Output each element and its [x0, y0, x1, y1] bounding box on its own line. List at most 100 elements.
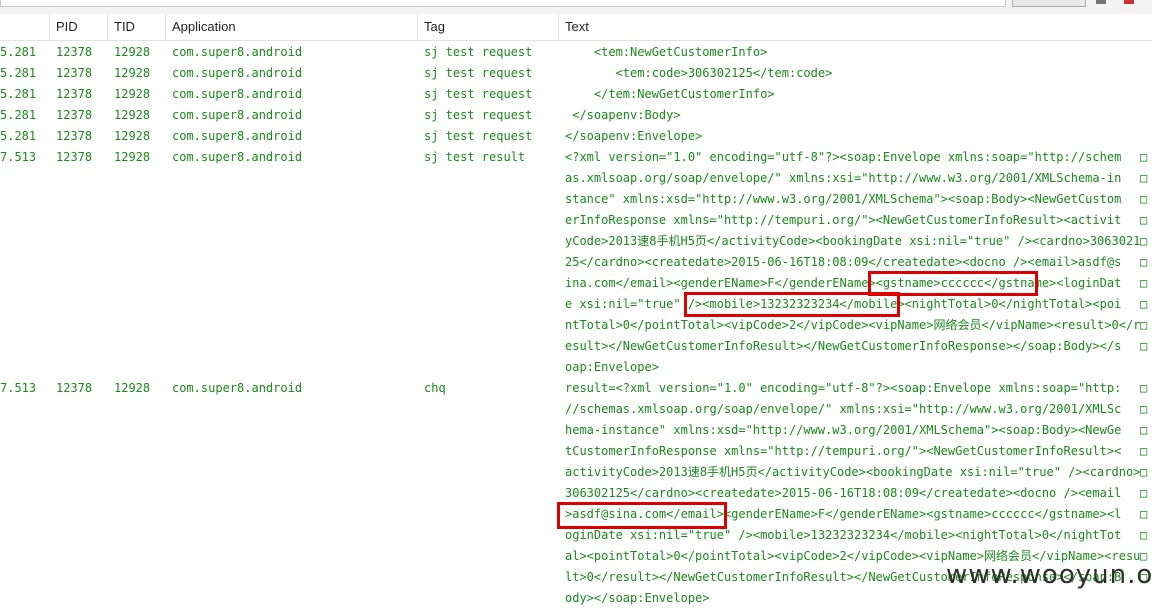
log-row[interactable]: erInfoResponse xmlns="http://tempuri.org…	[0, 210, 1152, 231]
log-text-cell: ody></soap:Envelope>	[565, 591, 710, 605]
line-wrap-marker: □	[1140, 528, 1148, 542]
log-text-cell: <tem:code>306302125</tem:code>	[565, 66, 833, 80]
log-time-cell: 5.281	[0, 108, 37, 122]
line-wrap-marker: □	[1140, 213, 1148, 227]
log-text-cell: <tem:NewGetCustomerInfo>	[565, 45, 768, 59]
log-text-cell: hema-instance" xmlns:xsd="http://www.w3.…	[565, 423, 1122, 437]
log-pid-cell: 12378	[56, 108, 93, 122]
line-wrap-marker: □	[1140, 297, 1148, 311]
log-application-cell: com.super8.android	[172, 129, 303, 143]
log-row[interactable]: ody></soap:Envelope>	[0, 588, 1152, 609]
log-time-cell: 5.281	[0, 87, 37, 101]
log-text-cell: </soapenv:Body>	[565, 108, 681, 122]
log-row[interactable]: yCode>2013速8手机H5页</activityCode><booking…	[0, 231, 1152, 252]
log-row[interactable]: as.xmlsoap.org/soap/envelope/" xmlns:xsi…	[0, 168, 1152, 189]
line-wrap-marker: □	[1140, 381, 1148, 395]
filter-toolbar	[0, 0, 1152, 15]
line-wrap-marker: □	[1140, 276, 1148, 290]
filter-button[interactable]	[1012, 0, 1086, 7]
log-tag-cell: sj test request	[424, 129, 533, 143]
log-tag-cell: sj test request	[424, 108, 533, 122]
log-tid-cell: 12928	[114, 87, 151, 101]
log-time-cell: 7.513	[0, 381, 37, 395]
log-row[interactable]: 306302125</cardno><createdate>2015-06-16…	[0, 483, 1152, 504]
log-tag-cell: sj test request	[424, 45, 533, 59]
log-row[interactable]: 5.281 12378 12928 com.super8.android sj test…	[0, 126, 1152, 147]
log-row[interactable]: hema-instance" xmlns:xsd="http://www.w3.…	[0, 420, 1152, 441]
log-row[interactable]: tCustomerInfoResponse xmlns="http://temp…	[0, 441, 1152, 462]
log-pid-cell: 12378	[56, 45, 93, 59]
log-row[interactable]: activityCode>2013速8手机H5页</activityCode><…	[0, 462, 1152, 483]
log-text-cell: as.xmlsoap.org/soap/envelope/" xmlns:xsi…	[565, 171, 1122, 185]
log-application-cell: com.super8.android	[172, 45, 303, 59]
log-application-cell: com.super8.android	[172, 87, 303, 101]
filter-input[interactable]	[0, 0, 1006, 7]
column-header-application[interactable]: Application	[166, 14, 418, 40]
log-row[interactable]: ntTotal>0</pointTotal><vipCode>2</vipCod…	[0, 315, 1152, 336]
log-text-cell: </soapenv:Envelope>	[565, 129, 703, 143]
column-header-time[interactable]	[0, 14, 50, 40]
highlight-box-mobile	[684, 292, 900, 317]
line-wrap-marker: □	[1140, 507, 1148, 521]
log-text-cell: activityCode>2013速8手机H5页</activityCode><…	[565, 465, 1141, 479]
log-tid-cell: 12928	[114, 45, 151, 59]
log-time-cell: 5.281	[0, 66, 37, 80]
log-row[interactable]: e xsi:nil="true" /><mobile>13232323234</…	[0, 294, 1152, 315]
column-header-text[interactable]: Text	[559, 14, 1152, 40]
column-header-tid[interactable]: TID	[108, 14, 166, 40]
log-row[interactable]: 5.281 12378 12928 com.super8.android sj test…	[0, 105, 1152, 126]
log-text-cell: esult></NewGetCustomerInfoResult></NewGe…	[565, 339, 1122, 353]
log-text-cell: 306302125</cardno><createdate>2015-06-16…	[565, 486, 1122, 500]
line-wrap-marker: □	[1140, 465, 1148, 479]
log-row[interactable]: 7.513 12378 12928 com.super8.android sj test…	[0, 147, 1152, 168]
log-tag-cell: sj test request	[424, 66, 533, 80]
log-application-cell: com.super8.android	[172, 66, 303, 80]
log-row[interactable]: stance" xmlns:xsd="http://www.w3.org/200…	[0, 189, 1152, 210]
column-header-pid[interactable]: PID	[50, 14, 108, 40]
log-text-cell: stance" xmlns:xsd="http://www.w3.org/200…	[565, 192, 1122, 206]
line-wrap-marker: □	[1140, 423, 1148, 437]
log-tid-cell: 12928	[114, 381, 151, 395]
log-tag-cell: sj test result	[424, 150, 526, 164]
log-tag-cell: chq	[424, 381, 446, 395]
log-tid-cell: 12928	[114, 129, 151, 143]
log-pid-cell: 12378	[56, 87, 93, 101]
log-text-cell: ntTotal>0</pointTotal><vipCode>2</vipCod…	[565, 318, 1141, 332]
log-application-cell: com.super8.android	[172, 381, 303, 395]
log-text-cell: result=<?xml version="1.0" encoding="utf…	[565, 381, 1122, 395]
line-wrap-marker: □	[1140, 444, 1148, 458]
log-time-cell: 7.513	[0, 150, 37, 164]
line-wrap-marker: □	[1140, 255, 1148, 269]
log-table-header: PID TID Application Tag Text	[0, 14, 1152, 41]
line-wrap-marker: □	[1140, 234, 1148, 248]
line-wrap-marker: □	[1140, 339, 1148, 353]
log-row[interactable]: oap:Envelope>	[0, 357, 1152, 378]
log-pid-cell: 12378	[56, 381, 93, 395]
log-row[interactable]: esult></NewGetCustomerInfoResult></NewGe…	[0, 336, 1152, 357]
log-row[interactable]: 7.513 12378 12928 com.super8.android chq resu…	[0, 378, 1152, 399]
log-row[interactable]: 25</cardno><createdate>2015-06-16T18:08:…	[0, 252, 1152, 273]
watermark: www.wooyun.org	[946, 560, 1152, 590]
log-text-cell: <?xml version="1.0" encoding="utf-8"?><s…	[565, 150, 1122, 164]
log-row[interactable]: 5.281 12378 12928 com.super8.android sj test…	[0, 63, 1152, 84]
clear-log-icon[interactable]	[1124, 0, 1134, 4]
log-row[interactable]: 5.281 12378 12928 com.super8.android sj test…	[0, 84, 1152, 105]
line-wrap-marker: □	[1140, 318, 1148, 332]
column-header-tag[interactable]: Tag	[418, 14, 559, 40]
line-wrap-marker: □	[1140, 486, 1148, 500]
log-row[interactable]: 5.281 12378 12928 com.super8.android sj test…	[0, 42, 1152, 63]
log-application-cell: com.super8.android	[172, 108, 303, 122]
log-row[interactable]: //schemas.xmlsoap.org/soap/envelope/" xm…	[0, 399, 1152, 420]
log-time-cell: 5.281	[0, 129, 37, 143]
log-tag-cell: sj test request	[424, 87, 533, 101]
log-text-cell: oap:Envelope>	[565, 360, 659, 374]
log-tid-cell: 12928	[114, 66, 151, 80]
toolbar-icon[interactable]	[1096, 0, 1106, 4]
log-text-cell: tCustomerInfoResponse xmlns="http://temp…	[565, 444, 1122, 458]
log-text-cell: //schemas.xmlsoap.org/soap/envelope/" xm…	[565, 402, 1122, 416]
line-wrap-marker: □	[1140, 150, 1148, 164]
log-time-cell: 5.281	[0, 45, 37, 59]
log-tid-cell: 12928	[114, 108, 151, 122]
line-wrap-marker: □	[1140, 402, 1148, 416]
log-pid-cell: 12378	[56, 66, 93, 80]
